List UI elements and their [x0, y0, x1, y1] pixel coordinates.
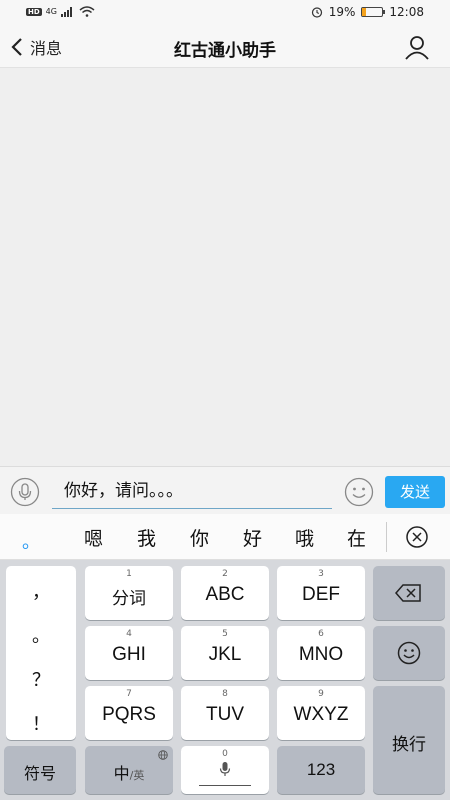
key-1[interactable]: 1 分词 — [85, 566, 173, 620]
key-2[interactable]: 2 ABC — [181, 566, 269, 620]
lang-cn: 中 — [113, 764, 130, 783]
candidate-close-button[interactable] — [405, 525, 429, 553]
language-toggle-key[interactable]: 中/英 — [85, 746, 173, 794]
punct-comma-key[interactable]: ， — [6, 578, 76, 604]
language-label: 中/英 — [85, 760, 173, 784]
space-key[interactable]: 0 — [181, 746, 269, 794]
clock: 12:08 — [389, 5, 424, 19]
key-label: 分词 — [112, 589, 146, 609]
user-icon — [405, 36, 429, 60]
key-5[interactable]: 5 JKL — [181, 626, 269, 680]
status-bar: HD 4G 19% 12:08 — [0, 0, 450, 26]
candidate-item[interactable]: 好 — [243, 524, 262, 551]
close-circle-icon — [406, 526, 428, 548]
battery-fill — [362, 8, 367, 16]
key-number: 5 — [222, 629, 228, 639]
space-bar-line — [199, 785, 251, 786]
key-label: GHI — [112, 644, 146, 665]
alarm-icon — [311, 7, 322, 18]
key-label: TUV — [206, 704, 244, 725]
key-label: PQRS — [102, 704, 156, 725]
message-input[interactable]: 你好，请问。。。 — [52, 475, 332, 509]
backspace-key[interactable] — [373, 566, 445, 620]
network-label: 4G — [45, 7, 57, 16]
back-button[interactable]: 消息 — [10, 35, 62, 59]
emoji-icon — [397, 641, 421, 665]
numbers-label: 123 — [306, 760, 336, 779]
key-6[interactable]: 6 MNO — [277, 626, 365, 680]
key-number: 3 — [318, 569, 324, 579]
key-label: ABC — [205, 584, 245, 605]
emoji-icon — [344, 477, 374, 507]
key-3[interactable]: 3 DEF — [277, 566, 365, 620]
key-number: 7 — [126, 689, 132, 699]
emoji-key[interactable] — [373, 626, 445, 680]
candidate-item[interactable]: 哦 — [295, 524, 314, 551]
status-left: HD 4G — [26, 6, 95, 17]
emoji-button[interactable] — [344, 477, 374, 511]
app-header: 消息 红古通小助手 — [0, 26, 450, 68]
key-number: 9 — [318, 689, 324, 699]
symbols-key[interactable]: 符号 — [4, 746, 76, 794]
punct-exclaim-key[interactable]: ！ — [6, 710, 76, 736]
wifi-icon — [79, 6, 95, 17]
ime-keyboard: ， 。 ？ ！ 1 分词 2 ABC 3 DEF 4 GHI 5 JKL 6 M… — [0, 560, 450, 800]
candidate-divider — [386, 522, 387, 552]
punct-question-key[interactable]: ？ — [6, 666, 76, 692]
key-8[interactable]: 8 TUV — [181, 686, 269, 740]
candidate-item[interactable]: 我 — [137, 524, 156, 551]
enter-key[interactable]: 换行 — [373, 686, 445, 794]
symbols-label: 符号 — [23, 764, 56, 783]
punctuation-column[interactable]: ， 。 ？ ！ — [6, 566, 76, 740]
ime-candidate-bar: 。 嗯 我 你 好 哦 在 — [0, 514, 450, 560]
battery-percent: 19% — [328, 5, 356, 19]
microphone-icon — [10, 477, 40, 507]
key-number: 4 — [126, 629, 132, 639]
key-number: 1 — [126, 569, 132, 579]
key-label: MNO — [298, 644, 344, 665]
key-number: 2 — [222, 569, 228, 579]
message-input-bar: 你好，请问。。。 发送 — [0, 466, 450, 514]
hd-badge: HD — [26, 7, 42, 16]
key-4[interactable]: 4 GHI — [85, 626, 173, 680]
send-button[interactable]: 发送 — [385, 476, 445, 508]
key-label: DEF — [302, 584, 340, 605]
key-9[interactable]: 9 WXYZ — [277, 686, 365, 740]
candidate-item[interactable]: 嗯 — [84, 524, 103, 551]
voice-input-button[interactable] — [10, 477, 40, 511]
battery-icon — [361, 7, 386, 17]
key-7[interactable]: 7 PQRS — [85, 686, 173, 740]
key-number: 8 — [222, 689, 228, 699]
microphone-icon — [219, 762, 231, 776]
chevron-left-icon — [11, 38, 22, 56]
backspace-icon — [395, 584, 421, 602]
key-label: JKL — [208, 644, 242, 665]
page-title: 红古通小助手 — [174, 41, 276, 61]
punct-period-key[interactable]: 。 — [6, 622, 76, 648]
candidate-item[interactable]: 在 — [347, 524, 366, 551]
chat-message-area[interactable] — [0, 68, 450, 466]
enter-label: 换行 — [392, 735, 426, 755]
lang-en: /英 — [129, 769, 145, 782]
key-number: 6 — [318, 629, 324, 639]
globe-icon — [158, 750, 168, 760]
status-right: 19% 12:08 — [311, 5, 424, 19]
candidate-first[interactable]: 。 — [22, 528, 40, 554]
numbers-key[interactable]: 123 — [277, 746, 365, 794]
space-number: 0 — [222, 749, 228, 759]
key-label: WXYZ — [293, 704, 349, 725]
candidate-item[interactable]: 你 — [190, 524, 209, 551]
profile-button[interactable] — [404, 34, 430, 64]
back-label: 消息 — [30, 39, 63, 58]
signal-icon — [60, 6, 72, 17]
